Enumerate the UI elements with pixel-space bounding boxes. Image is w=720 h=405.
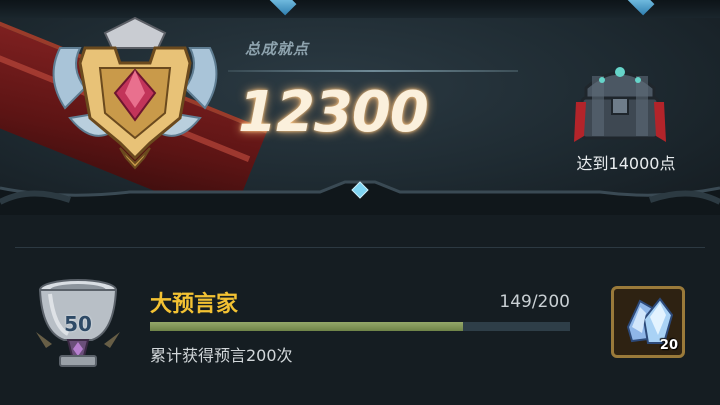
achievement-description: 累计获得预言200次 [150,346,293,365]
reward-item-slot[interactable]: 20 [611,286,685,358]
section-divider [15,247,705,248]
trophy-level-label: 50 [64,312,92,336]
score-divider [228,70,518,72]
total-achievement-points-label: 总成就点 [245,40,310,58]
achievement-header: 总成就点 12300 达到14000点 [0,0,720,215]
next-reward-threshold-label: 达到14000点 [576,154,676,173]
total-achievement-points-value: 12300 [238,80,429,145]
achievement-progress-text: 149/200 [499,292,570,312]
treasure-chest-icon[interactable] [572,58,668,148]
achievement-title: 大预言家 [150,292,239,317]
reward-count-label: 20 [659,338,678,353]
header-frame-border [0,180,720,215]
achievement-progress-bar [150,322,570,331]
achievement-emblem-icon [52,16,218,170]
achievement-progress-fill [150,322,463,331]
